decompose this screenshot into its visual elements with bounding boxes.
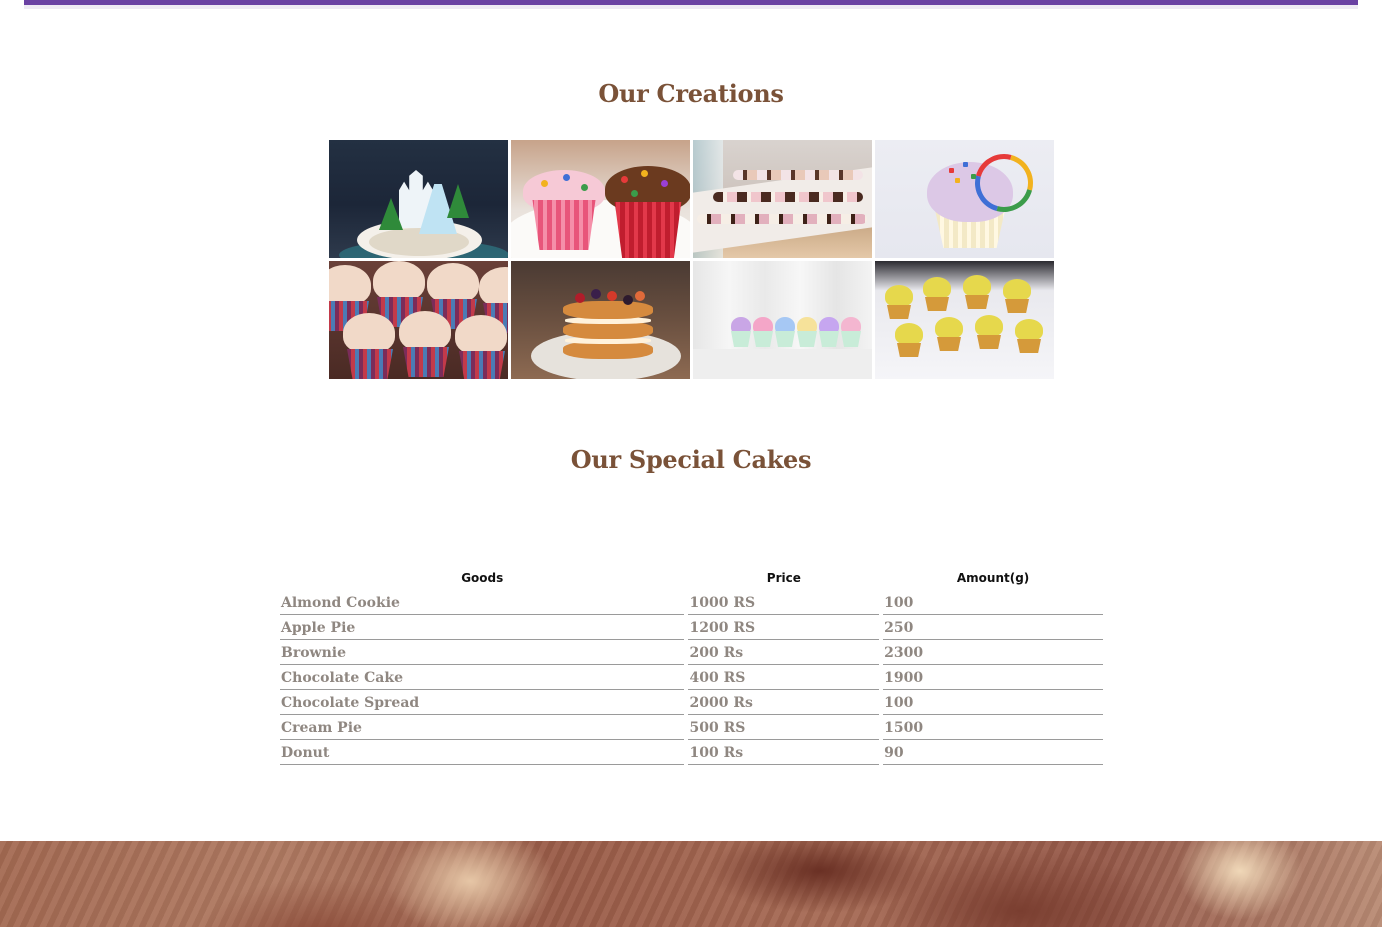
gallery-image-castle-cake[interactable] bbox=[329, 140, 508, 258]
cell-goods: Donut bbox=[280, 740, 685, 765]
cell-goods: Cream Pie bbox=[280, 715, 685, 740]
gallery-image-candy-cupcakes[interactable] bbox=[511, 140, 690, 258]
cell-price: 1000 RS bbox=[688, 590, 880, 615]
cell-amount: 100 bbox=[883, 590, 1103, 615]
header-price: Price bbox=[766, 571, 801, 585]
cell-amount: 2300 bbox=[883, 640, 1103, 665]
creations-title: Our Creations bbox=[598, 79, 784, 108]
cell-amount: 1500 bbox=[883, 715, 1103, 740]
creations-gallery bbox=[329, 140, 1054, 380]
cell-price: 500 RS bbox=[688, 715, 880, 740]
gallery-image-cupcake-display[interactable] bbox=[693, 140, 872, 258]
gallery-image-berry-cake[interactable] bbox=[511, 261, 690, 379]
special-cakes-table: Goods Price Amount(g) Almond Cookie 1000… bbox=[276, 566, 1107, 765]
footer-background-image bbox=[0, 841, 1382, 927]
special-cakes-title: Our Special Cakes bbox=[570, 445, 812, 474]
cell-price: 400 RS bbox=[688, 665, 880, 690]
cell-amount: 250 bbox=[883, 615, 1103, 640]
cell-goods: Almond Cookie bbox=[280, 590, 685, 615]
page: Our Creations Our Special Cakes Goods Pr… bbox=[0, 0, 1382, 927]
table-row: Cream Pie 500 RS 1500 bbox=[280, 715, 1103, 740]
table-row: Brownie 200 Rs 2300 bbox=[280, 640, 1103, 665]
cell-amount: 1900 bbox=[883, 665, 1103, 690]
gallery-image-pastel-cupcakes[interactable] bbox=[693, 261, 872, 379]
table-row: Donut 100 Rs 90 bbox=[280, 740, 1103, 765]
cell-goods: Apple Pie bbox=[280, 615, 685, 640]
cell-goods: Brownie bbox=[280, 640, 685, 665]
cell-goods: Chocolate Spread bbox=[280, 690, 685, 715]
special-cakes-table-container: Goods Price Amount(g) Almond Cookie 1000… bbox=[280, 566, 1103, 765]
gallery-image-frosted-cupcakes[interactable] bbox=[329, 261, 508, 379]
table-row: Apple Pie 1200 RS 250 bbox=[280, 615, 1103, 640]
top-bar-shadow bbox=[24, 5, 1358, 9]
cell-price: 100 Rs bbox=[688, 740, 880, 765]
cell-amount: 100 bbox=[883, 690, 1103, 715]
cell-price: 200 Rs bbox=[688, 640, 880, 665]
cell-price: 2000 Rs bbox=[688, 690, 880, 715]
cell-price: 1200 RS bbox=[688, 615, 880, 640]
table-header-row: Goods Price Amount(g) bbox=[280, 566, 1103, 590]
header-amount: Amount(g) bbox=[956, 571, 1030, 585]
table-row: Chocolate Spread 2000 Rs 100 bbox=[280, 690, 1103, 715]
table-row: Chocolate Cake 400 RS 1900 bbox=[280, 665, 1103, 690]
gallery-image-rainbow-cupcake[interactable] bbox=[875, 140, 1054, 258]
cell-amount: 90 bbox=[883, 740, 1103, 765]
table-row: Almond Cookie 1000 RS 100 bbox=[280, 590, 1103, 615]
cell-goods: Chocolate Cake bbox=[280, 665, 685, 690]
header-goods: Goods bbox=[461, 571, 504, 585]
gallery-image-daisy-cupcakes[interactable] bbox=[875, 261, 1054, 379]
